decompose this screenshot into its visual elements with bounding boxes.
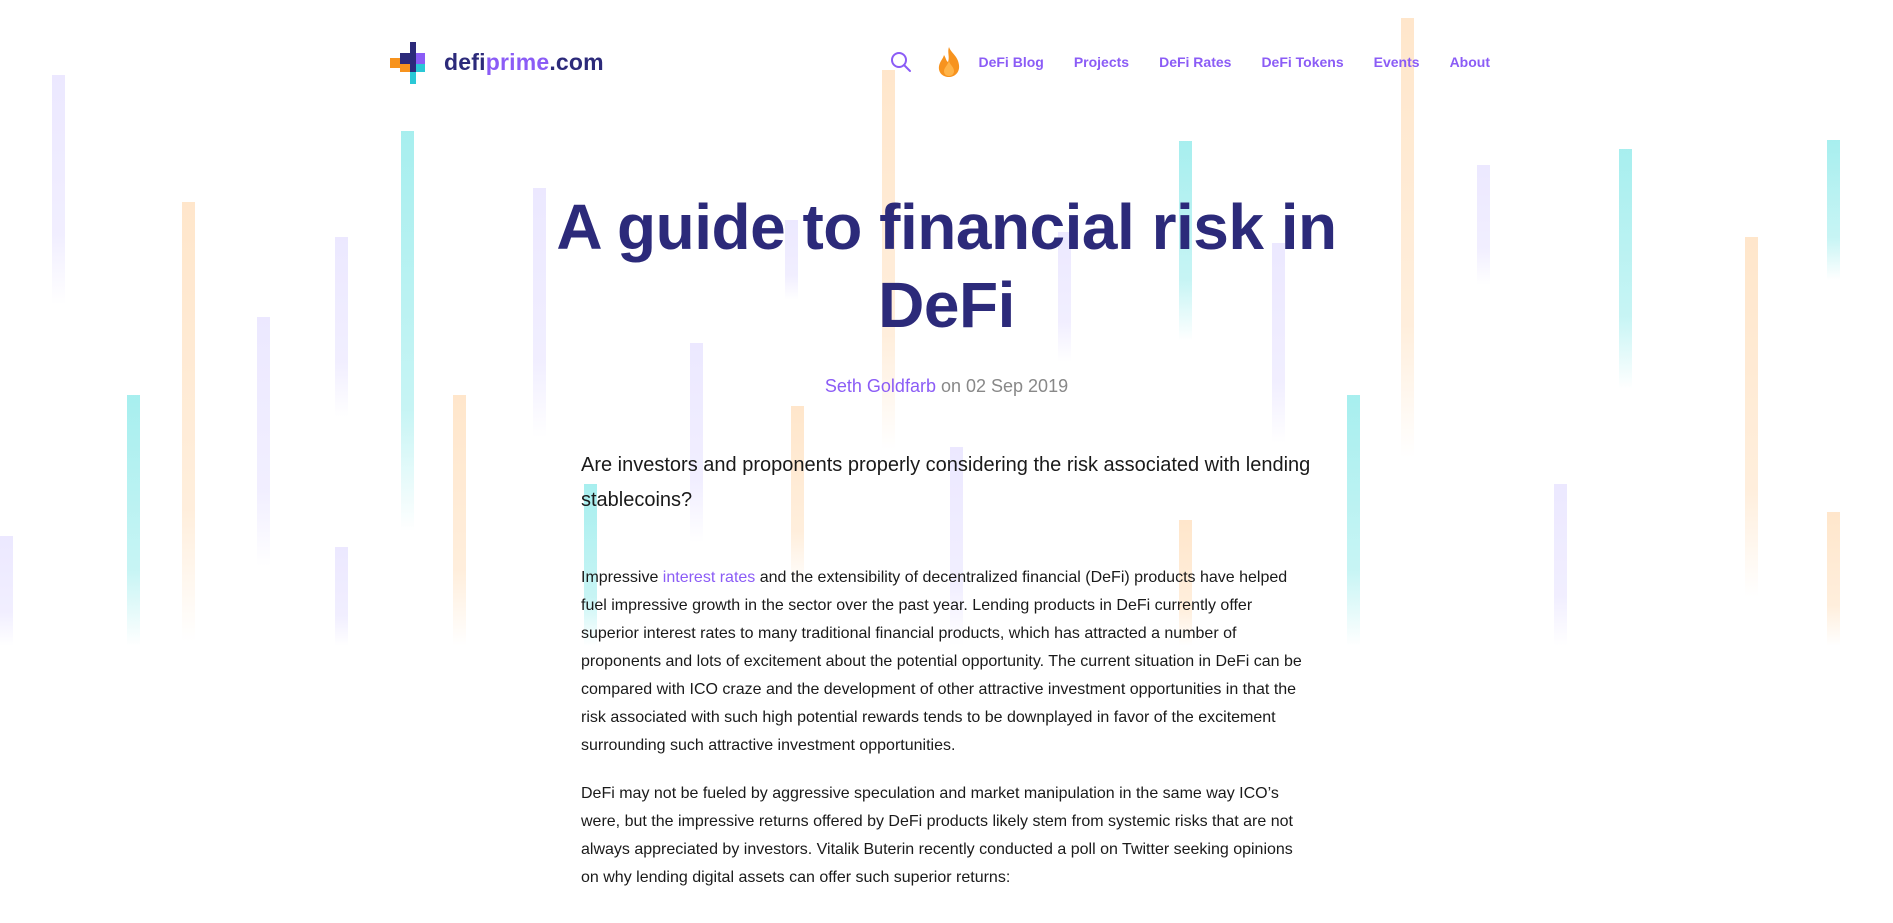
author-link[interactable]: Seth Goldfarb <box>825 376 936 396</box>
background-bar <box>1477 165 1490 285</box>
nav-defi-rates[interactable]: DeFi Rates <box>1159 54 1231 70</box>
fire-icon <box>939 47 960 77</box>
nav-defi-tokens[interactable]: DeFi Tokens <box>1261 54 1343 70</box>
logo-text-accent: prime <box>485 48 550 75</box>
background-bar <box>1827 512 1840 646</box>
article-date: on 02 Sep 2019 <box>935 376 1069 396</box>
site-header: defiprime.com DeFi Blog Projects DeFi Ra… <box>390 38 1490 86</box>
background-bar <box>453 395 466 646</box>
logo-text: defiprime.com <box>444 49 604 76</box>
background-bar <box>182 202 195 642</box>
page: defiprime.com DeFi Blog Projects DeFi Ra… <box>0 0 1893 923</box>
background-bar <box>0 536 13 646</box>
interest-rates-link[interactable]: interest rates <box>663 569 755 586</box>
nav-about[interactable]: About <box>1450 54 1490 70</box>
background-bar <box>1619 149 1632 389</box>
article-title: A guide to financial risk in DeFi <box>556 191 1337 341</box>
article-body: Are investors and proponents properly co… <box>581 448 1311 912</box>
background-bar <box>1347 395 1360 646</box>
main-nav: DeFi Blog Projects DeFi Rates DeFi Token… <box>890 46 1490 78</box>
background-bar <box>127 395 140 646</box>
background-bar <box>52 75 65 305</box>
background-bar <box>1827 140 1840 280</box>
background-bar <box>1554 484 1567 646</box>
paragraph-text: Impressive <box>581 569 663 586</box>
nav-events[interactable]: Events <box>1374 54 1420 70</box>
article-paragraph: Impressive interest rates and the extens… <box>581 564 1311 760</box>
background-bar <box>335 237 348 417</box>
background-bar <box>257 317 270 567</box>
logo-text-suffix: .com <box>549 48 604 75</box>
background-bar <box>335 547 348 646</box>
logo-text-prefix: defi <box>444 48 486 75</box>
article-lede: Are investors and proponents properly co… <box>581 454 1311 511</box>
article-byline: Seth Goldfarb on 02 Sep 2019 <box>520 376 1373 397</box>
nav-projects[interactable]: Projects <box>1074 54 1129 70</box>
search-icon[interactable] <box>890 51 912 73</box>
logo-mark-icon <box>390 40 434 84</box>
background-bar <box>401 131 414 531</box>
article-paragraph: DeFi may not be fueled by aggressive spe… <box>581 785 1293 886</box>
nav-defi-blog[interactable]: DeFi Blog <box>978 54 1043 70</box>
site-logo[interactable]: defiprime.com <box>390 40 604 84</box>
paragraph-text: and the extensibility of decentralized f… <box>581 569 1302 754</box>
background-bar <box>1745 237 1758 597</box>
